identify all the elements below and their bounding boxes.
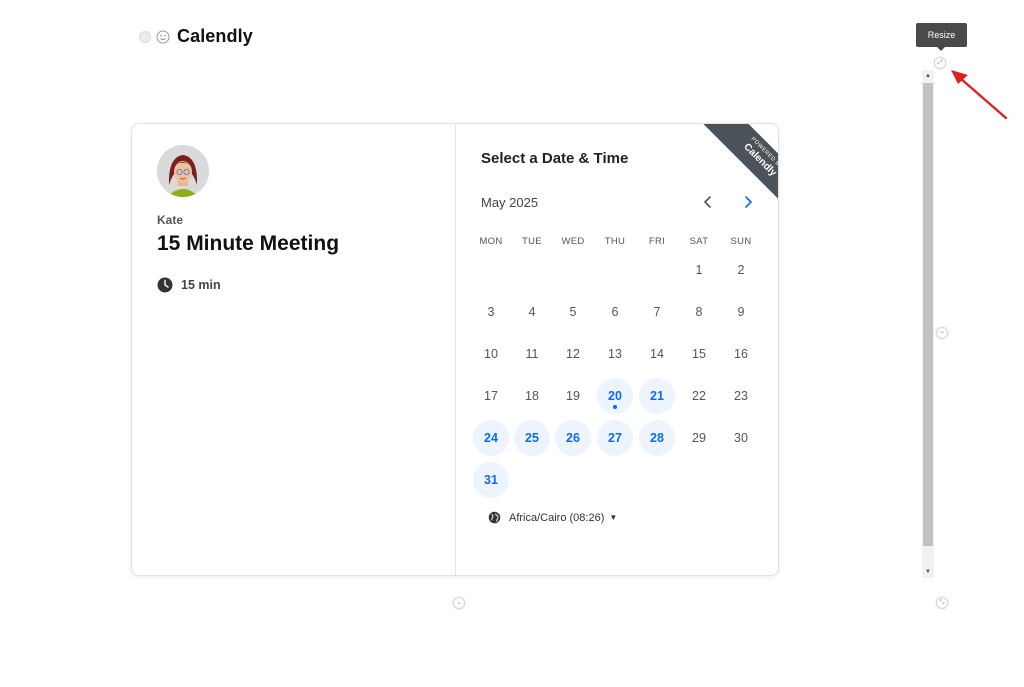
resize-handle-right[interactable]: ‹› [936, 327, 948, 339]
calendar-day-8: 8 [695, 305, 703, 319]
scroll-up-arrow-icon[interactable]: ▲ [922, 70, 934, 82]
powered-by-ribbon[interactable]: POWERED BY Calendly [689, 124, 779, 213]
booking-card: Kate 15 Minute Meeting 15 min Select a D… [131, 123, 779, 576]
calendar-day-16: 16 [734, 347, 748, 361]
calendar-day-28[interactable]: 28 [639, 420, 675, 456]
calendar-day-6: 6 [611, 305, 619, 319]
weekday-thu: THU [604, 236, 626, 247]
duration-text: 15 min [181, 278, 221, 292]
calendar-day-30: 30 [734, 431, 748, 445]
calendar-day-23: 23 [734, 389, 748, 403]
calendar-day-10: 10 [484, 347, 498, 361]
weekday-fri: FRI [648, 236, 666, 247]
calendar-day-2: 2 [737, 263, 745, 277]
calendar-day-21[interactable]: 21 [639, 378, 675, 414]
calendar-day-25[interactable]: 25 [514, 420, 550, 456]
calendar-day-18: 18 [525, 389, 539, 403]
calendar-day-29: 29 [692, 431, 706, 445]
calendar-day-7: 7 [653, 305, 661, 319]
vertical-scrollbar[interactable]: ▲ ▼ [922, 70, 934, 578]
weekday-wed: WED [561, 236, 585, 247]
avatar-illustration [157, 145, 209, 197]
resize-tooltip: Resize [916, 23, 967, 51]
weekday-mon: MON [479, 236, 503, 247]
circle-icon [139, 30, 151, 43]
ribbon-band: POWERED BY Calendly [700, 124, 779, 213]
weekday-sun: SUN [730, 236, 752, 247]
caret-down-icon: ▼ [609, 513, 618, 522]
calendar-day-17: 17 [484, 389, 498, 403]
resize-handle-corner[interactable]: ⤡ [936, 597, 948, 609]
calendar-day-24[interactable]: 24 [473, 420, 509, 456]
card-divider [455, 124, 456, 575]
smile-icon [156, 30, 170, 43]
calendar-day-13: 13 [608, 347, 622, 361]
clock-icon [157, 277, 173, 293]
calendar-day-15: 15 [692, 347, 706, 361]
calendar-day-3: 3 [487, 305, 495, 319]
timezone-label: Africa/Cairo (08:26) [509, 511, 605, 524]
calendar-day-14: 14 [650, 347, 664, 361]
scroll-down-arrow-icon[interactable]: ▼ [922, 566, 934, 578]
calendar-day-22: 22 [692, 389, 706, 403]
timezone-selector[interactable]: Africa/Cairo (08:26) ▼ [488, 511, 617, 524]
host-name: Kate [157, 213, 184, 227]
weekday-tue: TUE [522, 236, 542, 247]
ribbon-brand-text: Calendly [741, 141, 779, 179]
globe-icon [488, 511, 501, 524]
calendar-day-19: 19 [566, 389, 580, 403]
today-indicator [613, 405, 617, 409]
calendar-day-26[interactable]: 26 [555, 420, 591, 456]
weekday-sat: SAT [689, 236, 709, 247]
page: Calendly Kate 15 Minute Meeting 15 min S… [0, 0, 1024, 687]
calendar-day-5: 5 [569, 305, 577, 319]
event-duration: 15 min [157, 277, 221, 293]
calendar-day-12: 12 [566, 347, 580, 361]
resize-handle-bottom[interactable]: ⌄ [453, 597, 465, 609]
scroll-thumb[interactable] [923, 83, 933, 546]
annotation-arrow-icon [951, 70, 1008, 120]
calendar-day-31[interactable]: 31 [473, 462, 509, 498]
scheduler-heading: Select a Date & Time [481, 150, 629, 167]
calendar-day-20[interactable]: 20 [597, 378, 633, 414]
calendar-day-9: 9 [737, 305, 745, 319]
calendar-day-4: 4 [528, 305, 536, 319]
month-label: May 2025 [481, 195, 539, 210]
calendar-day-27[interactable]: 27 [597, 420, 633, 456]
app-title: Calendly [177, 26, 253, 46]
host-avatar [157, 145, 209, 197]
calendar-day-1: 1 [695, 263, 703, 277]
event-title: 15 Minute Meeting [157, 232, 340, 255]
calendar-day-11: 11 [525, 347, 539, 361]
header: Calendly [139, 26, 253, 47]
